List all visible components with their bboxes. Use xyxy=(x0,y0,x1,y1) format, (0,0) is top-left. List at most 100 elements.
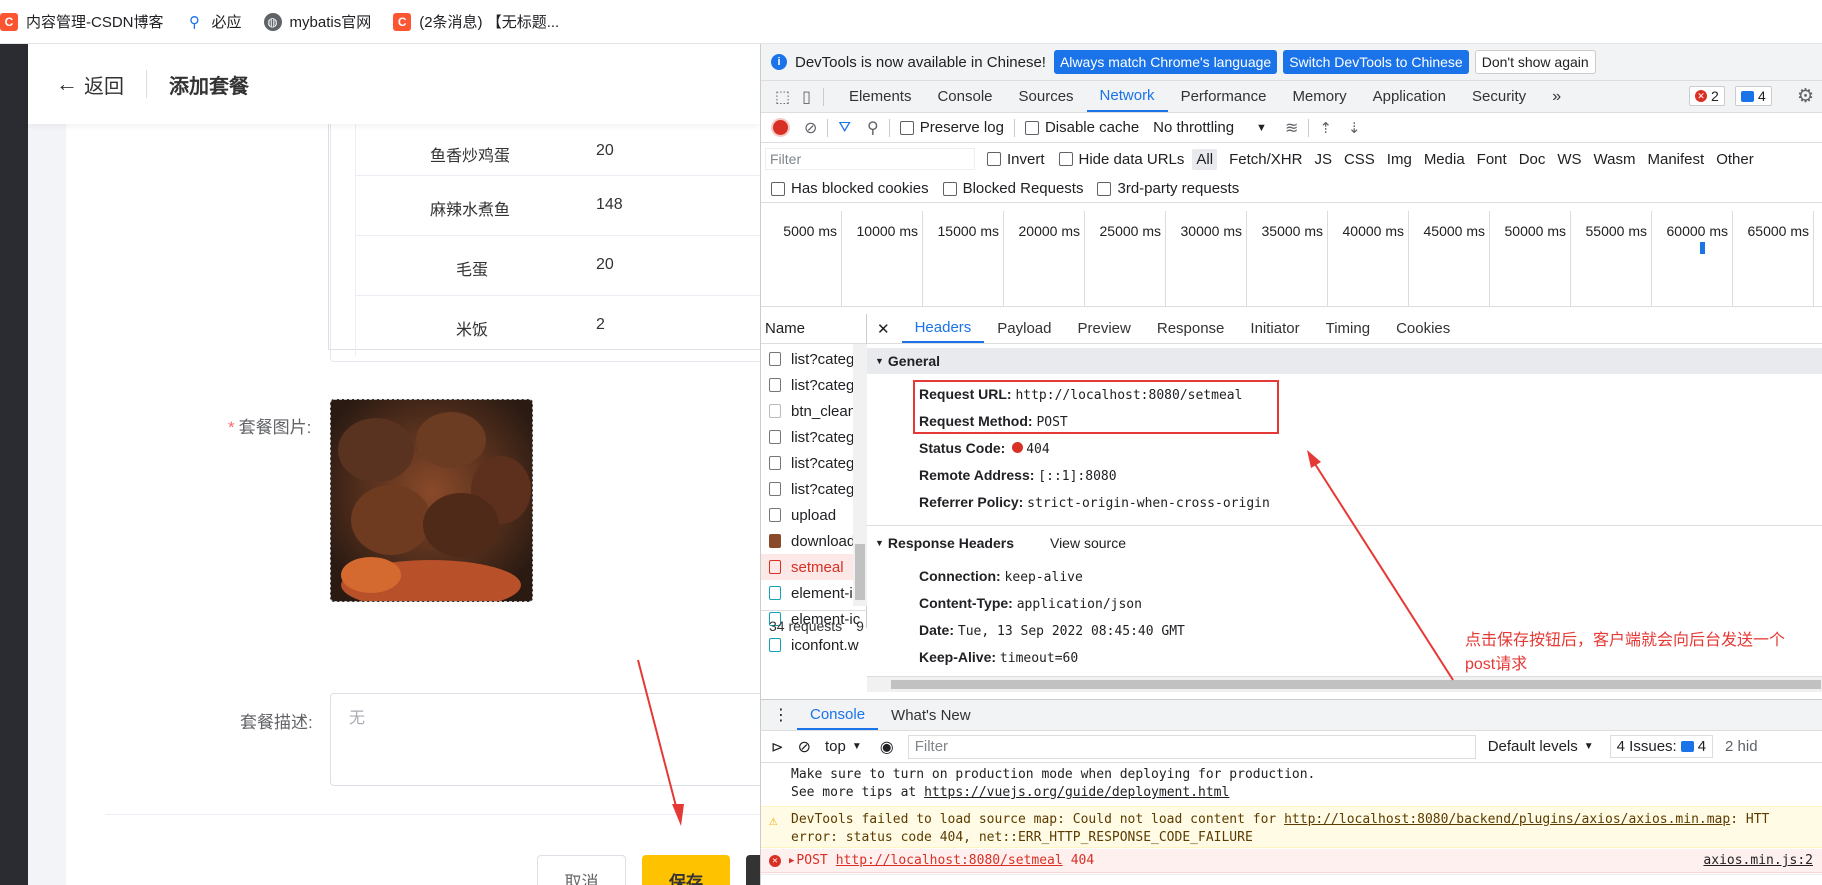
request-row[interactable]: list?catego xyxy=(761,424,866,450)
tab-sources[interactable]: Sources xyxy=(1006,81,1087,112)
throttling-select[interactable]: No throttling ▼ xyxy=(1153,119,1267,136)
type-fetch-xhr[interactable]: Fetch/XHR xyxy=(1229,151,1302,168)
save-and-continue-button[interactable] xyxy=(746,855,760,885)
tab-payload[interactable]: Payload xyxy=(984,314,1064,343)
document-icon xyxy=(769,508,781,522)
search-icon[interactable]: ⚲ xyxy=(867,118,879,138)
close-details-icon[interactable]: ✕ xyxy=(877,320,890,338)
context-select[interactable]: top ▼ xyxy=(825,738,862,755)
upload-har-icon[interactable]: ⇡ xyxy=(1319,119,1332,137)
switch-chinese-button[interactable]: Switch DevTools to Chinese xyxy=(1283,50,1469,74)
type-other[interactable]: Other xyxy=(1716,151,1754,168)
type-img[interactable]: Img xyxy=(1387,151,1412,168)
cancel-button[interactable]: 取消 xyxy=(537,855,626,885)
tab-application[interactable]: Application xyxy=(1360,81,1459,112)
desc-textarea[interactable]: 无 xyxy=(330,693,760,786)
tab-timing[interactable]: Timing xyxy=(1313,314,1383,343)
dont-show-again-button[interactable]: Don't show again xyxy=(1474,50,1596,74)
device-toolbar-icon[interactable]: ▯ xyxy=(802,87,811,107)
console-filter-input[interactable]: Filter xyxy=(907,734,1476,759)
bookmark-csdn-untitled[interactable]: C (2条消息) 【无标题... xyxy=(393,11,559,32)
tab-response[interactable]: Response xyxy=(1144,314,1238,343)
meal-image-uploader[interactable] xyxy=(330,399,533,602)
tab-initiator[interactable]: Initiator xyxy=(1237,314,1312,343)
drawer-menu-icon[interactable]: ⋮ xyxy=(773,705,789,725)
default-levels-select[interactable]: Default levels ▼ xyxy=(1488,738,1594,755)
sidebar-toggle-icon[interactable]: ⊳ xyxy=(771,738,784,756)
filter-icon[interactable]: ⛛ xyxy=(838,119,851,136)
disable-cache-checkbox[interactable] xyxy=(1024,120,1039,135)
tab-elements[interactable]: Elements xyxy=(836,81,925,112)
request-name: upload xyxy=(791,506,837,524)
request-row[interactable]: list?catego xyxy=(761,476,866,502)
tab-headers[interactable]: Headers xyxy=(901,314,985,343)
bookmark-mybatis[interactable]: ◍ mybatis官网 xyxy=(263,11,371,32)
timeline-gridline xyxy=(1732,211,1733,307)
name-header: Name xyxy=(761,314,866,344)
filter-input[interactable]: Filter xyxy=(765,148,975,170)
record-icon[interactable] xyxy=(773,120,788,135)
request-name: list?catego xyxy=(791,428,863,446)
invert-checkbox[interactable] xyxy=(987,152,1001,166)
tab-network[interactable]: Network xyxy=(1086,81,1168,112)
type-font[interactable]: Font xyxy=(1477,151,1507,168)
expand-triangle-icon[interactable]: ▶ xyxy=(789,856,794,866)
preserve-log-checkbox[interactable] xyxy=(899,120,914,135)
type-media[interactable]: Media xyxy=(1424,151,1465,168)
more-tabs-button[interactable]: » xyxy=(1539,81,1574,112)
general-section-header[interactable]: ▼ General xyxy=(867,348,1822,374)
request-row[interactable]: setmeal xyxy=(761,554,866,580)
third-party-checkbox[interactable] xyxy=(1097,181,1112,196)
type-ws[interactable]: WS xyxy=(1557,151,1581,168)
type-js[interactable]: JS xyxy=(1314,151,1332,168)
source-map-link[interactable]: http://localhost:8080/backend/plugins/ax… xyxy=(1284,812,1730,827)
back-button[interactable]: ← 返回 xyxy=(56,70,124,99)
download-har-icon[interactable]: ⇣ xyxy=(1348,119,1361,137)
type-all[interactable]: All xyxy=(1192,148,1218,170)
tab-performance[interactable]: Performance xyxy=(1168,81,1280,112)
request-row[interactable]: list?catego xyxy=(761,372,866,398)
request-row[interactable]: upload xyxy=(761,502,866,528)
dish-name: 鱼香炒鸡蛋 xyxy=(430,148,511,165)
error-source-link[interactable]: axios.min.js:2 xyxy=(1703,853,1813,868)
type-css[interactable]: CSS xyxy=(1344,151,1375,168)
request-scrollbar[interactable] xyxy=(853,344,867,606)
request-row[interactable]: list?catego xyxy=(761,450,866,476)
eye-icon[interactable]: ◉ xyxy=(880,737,894,757)
error-counter[interactable]: ✕ 2 xyxy=(1689,86,1725,106)
has-blocked-cookies-checkbox[interactable] xyxy=(771,181,785,196)
clear-icon[interactable]: ⊘ xyxy=(804,118,817,138)
issue-counter[interactable]: 4 xyxy=(1735,86,1772,106)
dish-price: 148 xyxy=(596,196,623,213)
type-doc[interactable]: Doc xyxy=(1519,151,1546,168)
vue-docs-link[interactable]: https://vuejs.org/guide/deployment.html xyxy=(924,785,1229,800)
header-divider xyxy=(146,70,147,98)
save-button[interactable]: 保存 xyxy=(642,855,730,885)
type-manifest[interactable]: Manifest xyxy=(1648,151,1705,168)
settings-gear-icon[interactable]: ⚙ xyxy=(1797,85,1814,108)
view-source-link[interactable]: View source xyxy=(1050,535,1126,551)
error-url-link[interactable]: http://localhost:8080/setmeal xyxy=(836,853,1063,868)
blocked-requests-checkbox[interactable] xyxy=(942,181,957,196)
request-row[interactable]: list?catego xyxy=(761,346,866,372)
tab-console[interactable]: Console xyxy=(924,81,1005,112)
tab-security[interactable]: Security xyxy=(1459,81,1539,112)
match-language-button[interactable]: Always match Chrome's language xyxy=(1053,50,1278,74)
type-wasm[interactable]: Wasm xyxy=(1594,151,1636,168)
request-row[interactable]: download? xyxy=(761,528,866,554)
tab-preview[interactable]: Preview xyxy=(1065,314,1144,343)
hide-data-urls-checkbox[interactable] xyxy=(1058,152,1073,166)
request-row[interactable]: btn_clean.. xyxy=(761,398,866,424)
drawer-tab-whats-new[interactable]: What's New xyxy=(878,700,984,730)
request-row[interactable]: element-ic xyxy=(761,580,866,606)
tab-memory[interactable]: Memory xyxy=(1279,81,1359,112)
inspect-icon[interactable]: ⬚ xyxy=(775,87,790,107)
network-conditions-icon[interactable]: ≋ xyxy=(1285,118,1298,138)
bookmark-csdn[interactable]: C 内容管理-CSDN博客 xyxy=(0,11,164,32)
clear-console-icon[interactable]: ⊘ xyxy=(798,737,811,757)
issues-button[interactable]: 4 Issues: 4 xyxy=(1609,735,1714,758)
drawer-tab-console[interactable]: Console xyxy=(797,700,879,730)
bookmark-bing[interactable]: ⚲ 必应 xyxy=(186,11,242,32)
dropdown-arrow-icon: ▼ xyxy=(851,741,862,752)
tab-cookies[interactable]: Cookies xyxy=(1383,314,1463,343)
